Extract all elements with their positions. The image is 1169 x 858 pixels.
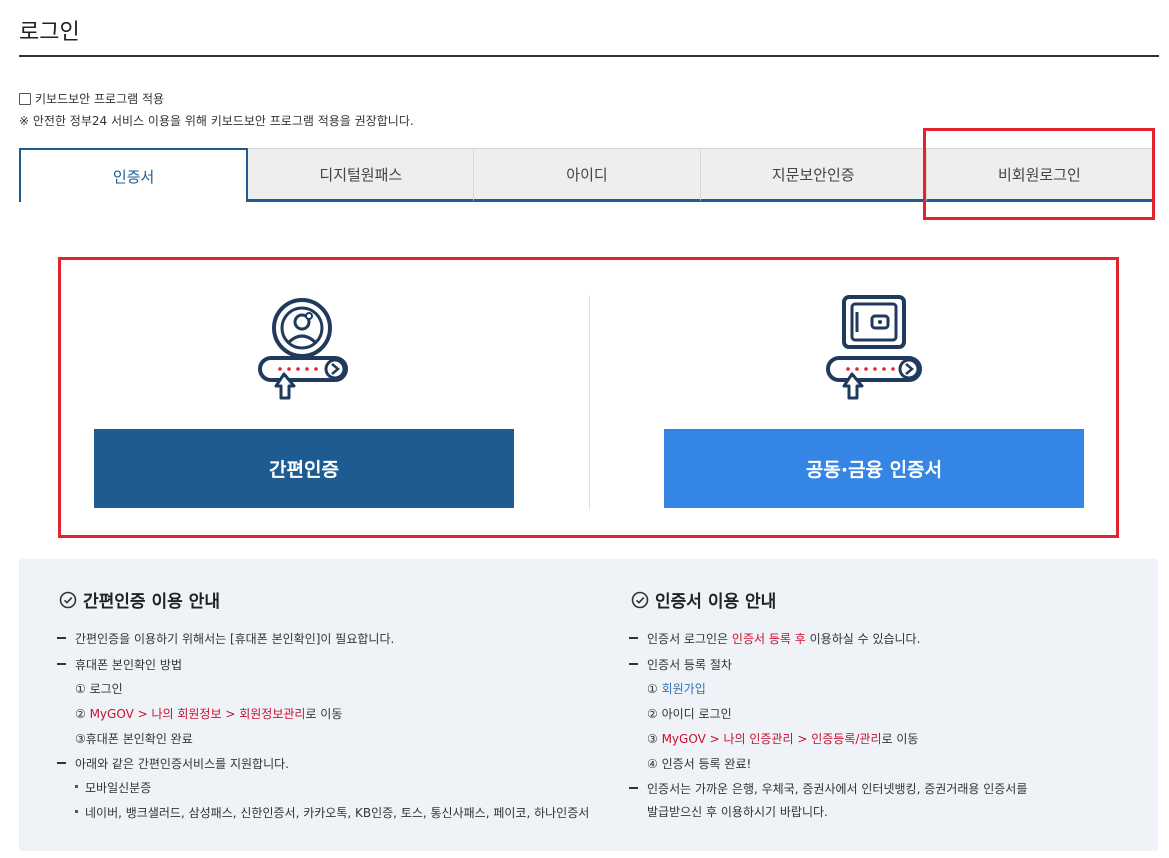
simple-auth-bullet-2: 네이버, 뱅크샐러드, 삼성패스, 신한인증서, 카카오톡, KB인증, 토스,…	[74, 806, 590, 820]
cert-line-1: 인증서 로그인은 인증서 등록 후 이용하실 수 있습니다.	[628, 630, 921, 647]
step-number: ①	[647, 682, 662, 696]
simple-auth-step-2: ② MyGOV > 나의 회원정보 > 회원정보관리로 이동	[75, 705, 342, 722]
keyboard-security-checkbox[interactable]	[19, 92, 31, 105]
cert-info-heading: 인증서 이용 안내	[631, 587, 776, 612]
check-circle-icon	[631, 591, 649, 608]
option-divider	[589, 295, 590, 510]
keyboard-security-option[interactable]: 키보드보안 프로그램 적용	[19, 90, 164, 107]
mygov-member-info-link[interactable]: MyGOV > 나의 회원정보 > 회원정보관리	[90, 707, 306, 721]
cert-line-3b: 발급받으신 후 이용하시기 바랍니다.	[647, 805, 828, 819]
login-method-tabs: 인증서 디지털원패스 아이디 지문보안인증 비회원로그인	[19, 148, 1154, 202]
cert-step-3: ③ MyGOV > 나의 인증관리 > 인증등록/관리로 이동	[647, 730, 918, 747]
title-divider	[19, 55, 1159, 57]
signup-link[interactable]: 회원가입	[662, 682, 706, 696]
tab-guest-login[interactable]: 비회원로그인	[926, 148, 1154, 202]
simple-auth-button[interactable]: 간편인증	[94, 429, 514, 508]
certificate-icon	[824, 294, 924, 404]
step-suffix: 로 이동	[305, 707, 343, 721]
certificate-login-button[interactable]: 공동·금융 인증서	[664, 429, 1084, 508]
keyboard-security-label[interactable]: 키보드보안 프로그램 적용	[35, 90, 164, 107]
keyboard-security-note: ※ 안전한 정부24 서비스 이용을 위해 키보드보안 프로그램 적용을 권장합…	[19, 114, 414, 128]
page-title: 로그인	[19, 20, 80, 45]
tab-id[interactable]: 아이디	[474, 148, 701, 202]
tab-certificate[interactable]: 인증서	[19, 148, 249, 202]
cert-info-title: 인증서 이용 안내	[655, 592, 777, 612]
tab-fingerprint[interactable]: 지문보안인증	[700, 148, 927, 202]
simple-auth-line-1: 간편인증을 이용하기 위해서는 [휴대폰 본인확인]이 필요합니다.	[56, 632, 395, 646]
step-number: ②	[75, 707, 90, 721]
simple-auth-line-3: 아래와 같은 간편인증서비스를 지원합니다.	[57, 757, 289, 771]
check-circle-icon	[59, 591, 77, 608]
simple-auth-info-title: 간편인증 이용 안내	[83, 592, 220, 612]
step-number: ③	[647, 732, 662, 746]
simple-auth-info-heading: 간편인증 이용 안내	[59, 587, 220, 612]
tab-digital-onepass[interactable]: 디지털원패스	[248, 148, 475, 202]
text: 이용하실 수 있습니다.	[805, 632, 921, 646]
simple-auth-step-1: ① 로그인	[75, 682, 123, 696]
simple-auth-line-2: 휴대폰 본인확인 방법	[57, 658, 182, 672]
mygov-cert-manage-link[interactable]: MyGOV > 나의 인증관리 > 인증등록/관리	[662, 732, 882, 746]
info-box: 간편인증 이용 안내 간편인증을 이용하기 위해서는 [휴대폰 본인확인]이 필…	[19, 559, 1158, 851]
cert-line-3a: 인증서는 가까운 은행, 우체국, 증권사에서 인터넷뱅킹, 증권거래용 인증서…	[628, 782, 1028, 796]
text: 인증서 로그인은	[647, 632, 732, 646]
highlight-text: 인증서 등록 후	[731, 632, 806, 646]
cert-step-1: ① 회원가입	[647, 680, 706, 697]
cert-step-2: ② 아이디 로그인	[647, 707, 732, 721]
cert-line-2: 인증서 등록 절차	[629, 658, 732, 672]
simple-auth-icon	[256, 294, 352, 404]
cert-step-4: ④ 인증서 등록 완료!	[647, 757, 752, 771]
step-suffix: 로 이동	[881, 732, 919, 746]
simple-auth-bullet-1: 모바일신분증	[74, 781, 152, 795]
simple-auth-step-3: ③휴대폰 본인확인 완료	[75, 732, 193, 746]
